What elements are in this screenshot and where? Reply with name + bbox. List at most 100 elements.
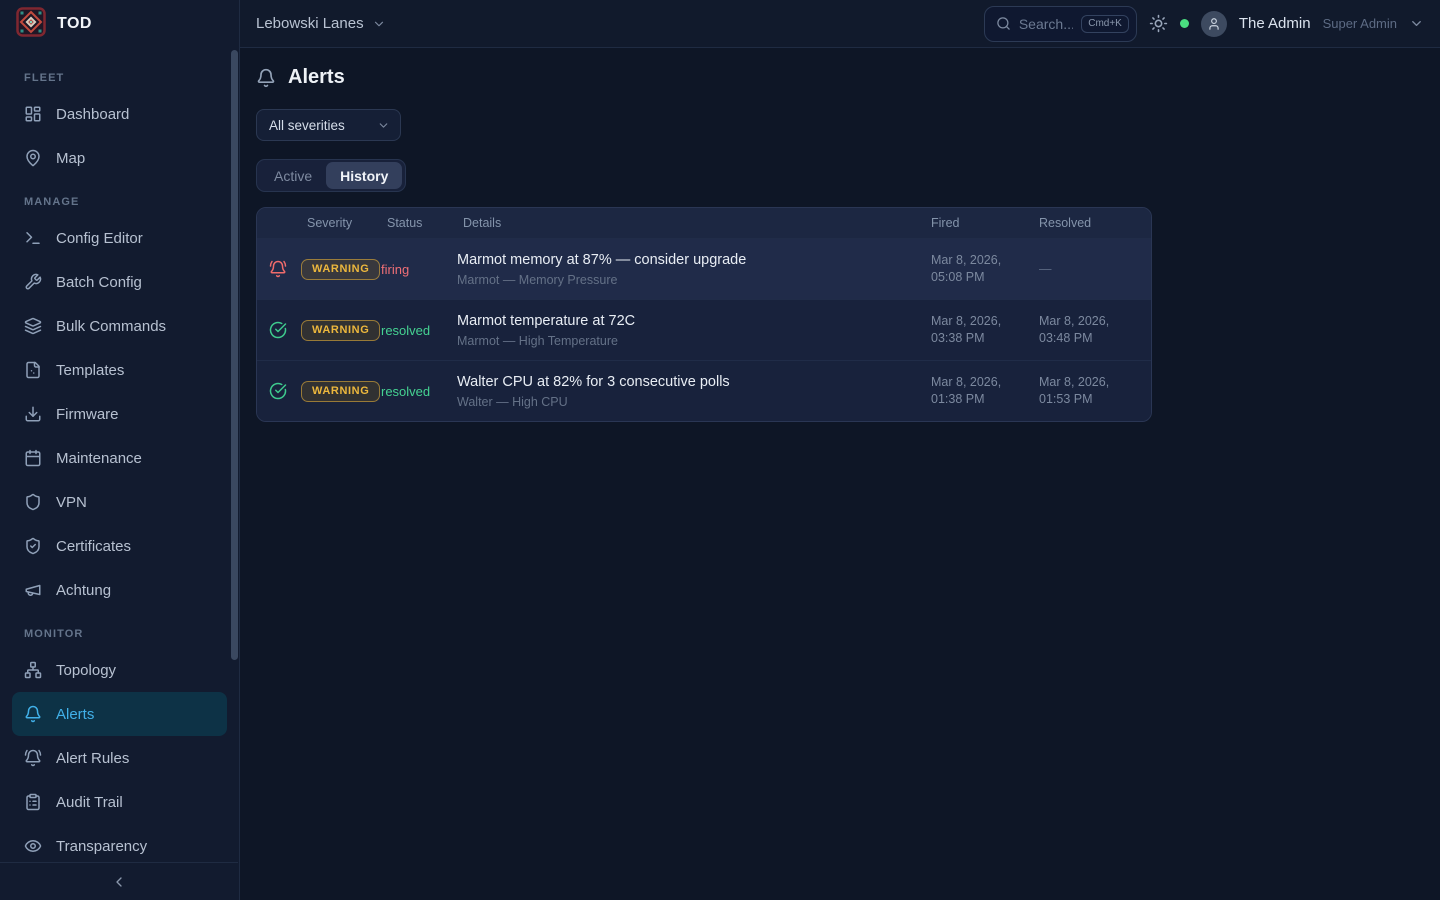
alert-title: Walter CPU at 82% for 3 consecutive poll… (457, 374, 931, 390)
terminal-icon (24, 229, 42, 247)
sidebar-item-firmware[interactable]: Firmware (12, 392, 227, 436)
sidebar-item-label: Bulk Commands (56, 318, 166, 335)
sidebar-item-achtung[interactable]: Achtung (12, 568, 227, 612)
sidebar-item-maintenance[interactable]: Maintenance (12, 436, 227, 480)
sidebar-item-dashboard[interactable]: Dashboard (12, 92, 227, 136)
megaphone-icon (24, 581, 42, 599)
fired-timestamp: Mar 8, 2026,01:38 PM (931, 374, 1039, 408)
sidebar-item-alert-rules[interactable]: Alert Rules (12, 736, 227, 780)
check-circle-icon (269, 382, 301, 400)
sidebar-item-alerts[interactable]: Alerts (12, 692, 227, 736)
calendar-icon (24, 449, 42, 467)
severity-filter-select[interactable]: All severities (256, 109, 401, 141)
table-row[interactable]: WARNING firing Marmot memory at 87% — co… (257, 238, 1151, 299)
chevron-down-icon (372, 17, 386, 31)
table-header: Severity Status Details Fired Resolved (257, 208, 1151, 238)
avatar[interactable] (1201, 11, 1227, 37)
column-fired: Fired (931, 216, 1039, 230)
check-circle-icon (269, 321, 301, 339)
sidebar-item-batch-config[interactable]: Batch Config (12, 260, 227, 304)
page-title: Alerts (288, 66, 345, 89)
user-name: The Admin (1239, 15, 1311, 32)
brand-logo-icon (16, 7, 46, 42)
sidebar-item-config-editor[interactable]: Config Editor (12, 216, 227, 260)
sidebar-item-label: Map (56, 150, 85, 167)
sidebar-item-label: Transparency (56, 838, 147, 855)
chevron-left-icon (111, 874, 127, 890)
map-pin-icon (24, 149, 42, 167)
bell-icon (256, 68, 276, 88)
sidebar-item-topology[interactable]: Topology (12, 648, 227, 692)
sidebar-item-label: Config Editor (56, 230, 143, 247)
status-text: resolved (381, 323, 457, 338)
severity-badge: WARNING (301, 320, 380, 341)
main-content: Alerts All severities Active History Sev… (240, 48, 1440, 900)
sidebar-item-certificates[interactable]: Certificates (12, 524, 227, 568)
sidebar-item-audit-trail[interactable]: Audit Trail (12, 780, 227, 824)
sidebar-item-templates[interactable]: Templates (12, 348, 227, 392)
tab-history[interactable]: History (326, 162, 402, 189)
sidebar-item-label: VPN (56, 494, 87, 511)
clipboard-list-icon (24, 793, 42, 811)
bell-ring-icon (24, 749, 42, 767)
brand[interactable]: TOD (0, 0, 240, 48)
resolved-timestamp: Mar 8, 2026,01:53 PM (1039, 374, 1135, 408)
org-selector[interactable]: Lebowski Lanes (256, 15, 386, 32)
resolved-timestamp: — (1039, 261, 1135, 278)
severity-filter-value: All severities (269, 118, 345, 133)
tab-active[interactable]: Active (260, 162, 326, 189)
sidebar-item-label: Alert Rules (56, 750, 129, 767)
column-details: Details (457, 216, 931, 230)
alert-subtitle: Marmot — High Temperature (457, 334, 931, 348)
topbar: TOD Lebowski Lanes Cmd+K The Admin Super… (0, 0, 1440, 48)
user-menu-chevron-icon[interactable] (1409, 16, 1424, 31)
column-status: Status (381, 216, 457, 230)
user-icon (1207, 17, 1221, 31)
sidebar-scrollbar[interactable] (231, 50, 238, 660)
search-box[interactable]: Cmd+K (984, 6, 1137, 42)
layers-icon (24, 317, 42, 335)
table-row[interactable]: WARNING resolved Walter CPU at 82% for 3… (257, 360, 1151, 421)
alert-subtitle: Marmot — Memory Pressure (457, 273, 931, 287)
status-dot (1180, 19, 1189, 28)
sidebar-item-vpn[interactable]: VPN (12, 480, 227, 524)
chevron-down-icon (377, 119, 390, 132)
column-resolved: Resolved (1039, 216, 1135, 230)
sidebar-section-fleet: FLEET (12, 72, 227, 84)
resolved-timestamp: Mar 8, 2026,03:48 PM (1039, 313, 1135, 347)
sidebar-section-manage: MANAGE (12, 196, 227, 208)
sidebar-item-label: Topology (56, 662, 116, 679)
status-text: resolved (381, 384, 457, 399)
shield-icon (24, 493, 42, 511)
sidebar-item-bulk-commands[interactable]: Bulk Commands (12, 304, 227, 348)
sidebar-item-label: Templates (56, 362, 124, 379)
download-icon (24, 405, 42, 423)
table-row[interactable]: WARNING resolved Marmot temperature at 7… (257, 299, 1151, 360)
eye-icon (24, 837, 42, 855)
sidebar: FLEET Dashboard Map MANAGE Config Editor… (0, 48, 240, 900)
status-text: firing (381, 262, 457, 277)
network-icon (24, 661, 42, 679)
search-input[interactable] (1019, 16, 1073, 32)
alerts-table: Severity Status Details Fired Resolved W… (256, 207, 1152, 422)
wrench-icon (24, 273, 42, 291)
theme-toggle-button[interactable] (1149, 14, 1168, 33)
user-role-badge: Super Admin (1323, 16, 1397, 31)
sidebar-item-label: Dashboard (56, 106, 129, 123)
sidebar-section-monitor: MONITOR (12, 628, 227, 640)
fired-timestamp: Mar 8, 2026,05:08 PM (931, 252, 1039, 286)
alert-title: Marmot memory at 87% — consider upgrade (457, 252, 931, 268)
file-icon (24, 361, 42, 379)
alert-title: Marmot temperature at 72C (457, 313, 931, 329)
sidebar-item-label: Firmware (56, 406, 119, 423)
sidebar-item-label: Alerts (56, 706, 94, 723)
sidebar-item-label: Maintenance (56, 450, 142, 467)
sidebar-item-map[interactable]: Map (12, 136, 227, 180)
sun-icon (1149, 14, 1168, 33)
alert-subtitle: Walter — High CPU (457, 395, 931, 409)
sidebar-collapse-button[interactable] (111, 874, 127, 890)
fired-timestamp: Mar 8, 2026,03:38 PM (931, 313, 1039, 347)
sidebar-item-label: Certificates (56, 538, 131, 555)
org-selector-label: Lebowski Lanes (256, 15, 364, 32)
bell-ring-icon (269, 260, 301, 278)
